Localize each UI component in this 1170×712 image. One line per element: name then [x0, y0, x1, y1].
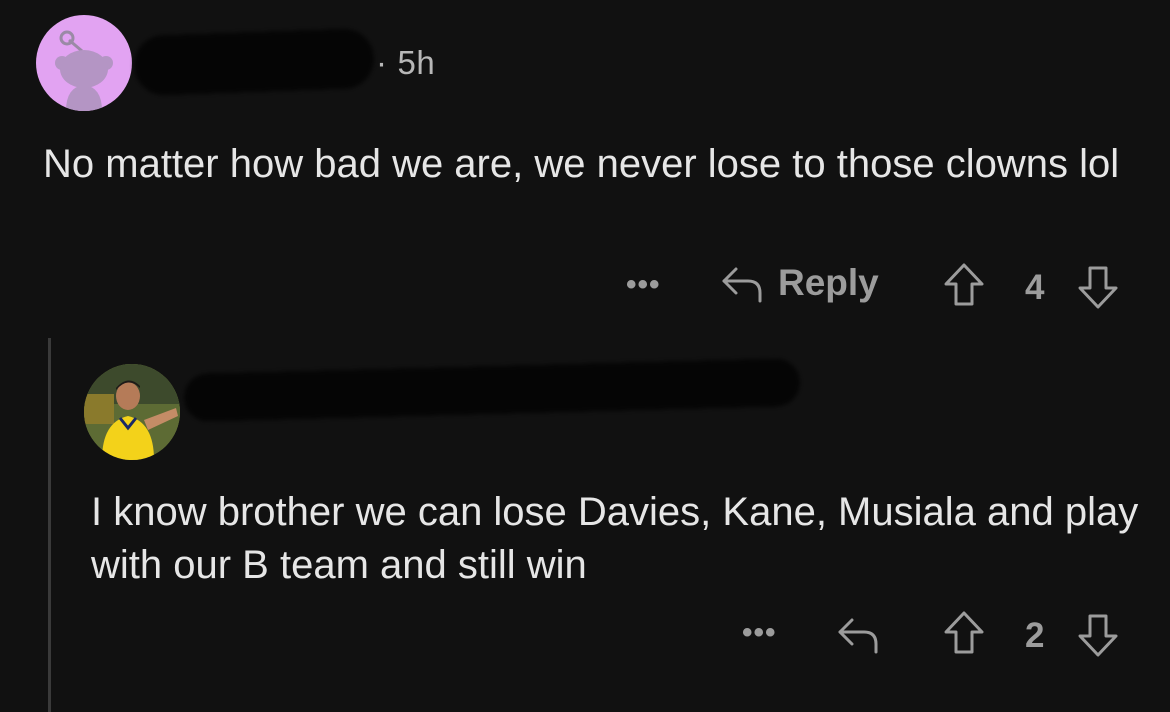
user-avatar[interactable]: [36, 15, 132, 111]
upvote-arrow-icon[interactable]: [942, 262, 986, 308]
comment-time: 5h: [397, 44, 436, 81]
player-photo-avatar: [84, 364, 180, 460]
snoo-avatar-icon: [55, 30, 113, 111]
reply-text: I know brother we can lose Davies, Kane,…: [91, 490, 1139, 587]
reply-user-avatar[interactable]: [84, 364, 180, 460]
more-options-button[interactable]: •••: [626, 268, 661, 302]
downvote-arrow-icon[interactable]: [1076, 612, 1120, 658]
reply-more-options-button[interactable]: •••: [742, 616, 777, 650]
reply-arrow-icon: [722, 267, 762, 303]
vote-score: 4: [1025, 268, 1045, 307]
reply-button[interactable]: Reply: [720, 262, 879, 304]
comment-actions: ••• Reply 4: [0, 258, 1170, 314]
username-redaction: [133, 27, 375, 97]
reply-actions: ••• 2: [0, 606, 1170, 662]
comment-meta: · 5h: [376, 44, 435, 82]
meta-separator: ·: [376, 44, 388, 81]
reply-vote-score: 2: [1025, 616, 1045, 655]
reply-arrow-icon[interactable]: [836, 614, 880, 654]
reply-meta: [204, 398, 764, 426]
downvote-arrow-icon[interactable]: [1076, 264, 1120, 310]
upvote-arrow-icon[interactable]: [942, 610, 986, 656]
comment-text: No matter how bad we are, we never lose …: [43, 142, 1120, 186]
comment-thread: · 5h No matter how bad we are, we never l…: [0, 0, 1170, 712]
reply-label: Reply: [778, 262, 879, 303]
